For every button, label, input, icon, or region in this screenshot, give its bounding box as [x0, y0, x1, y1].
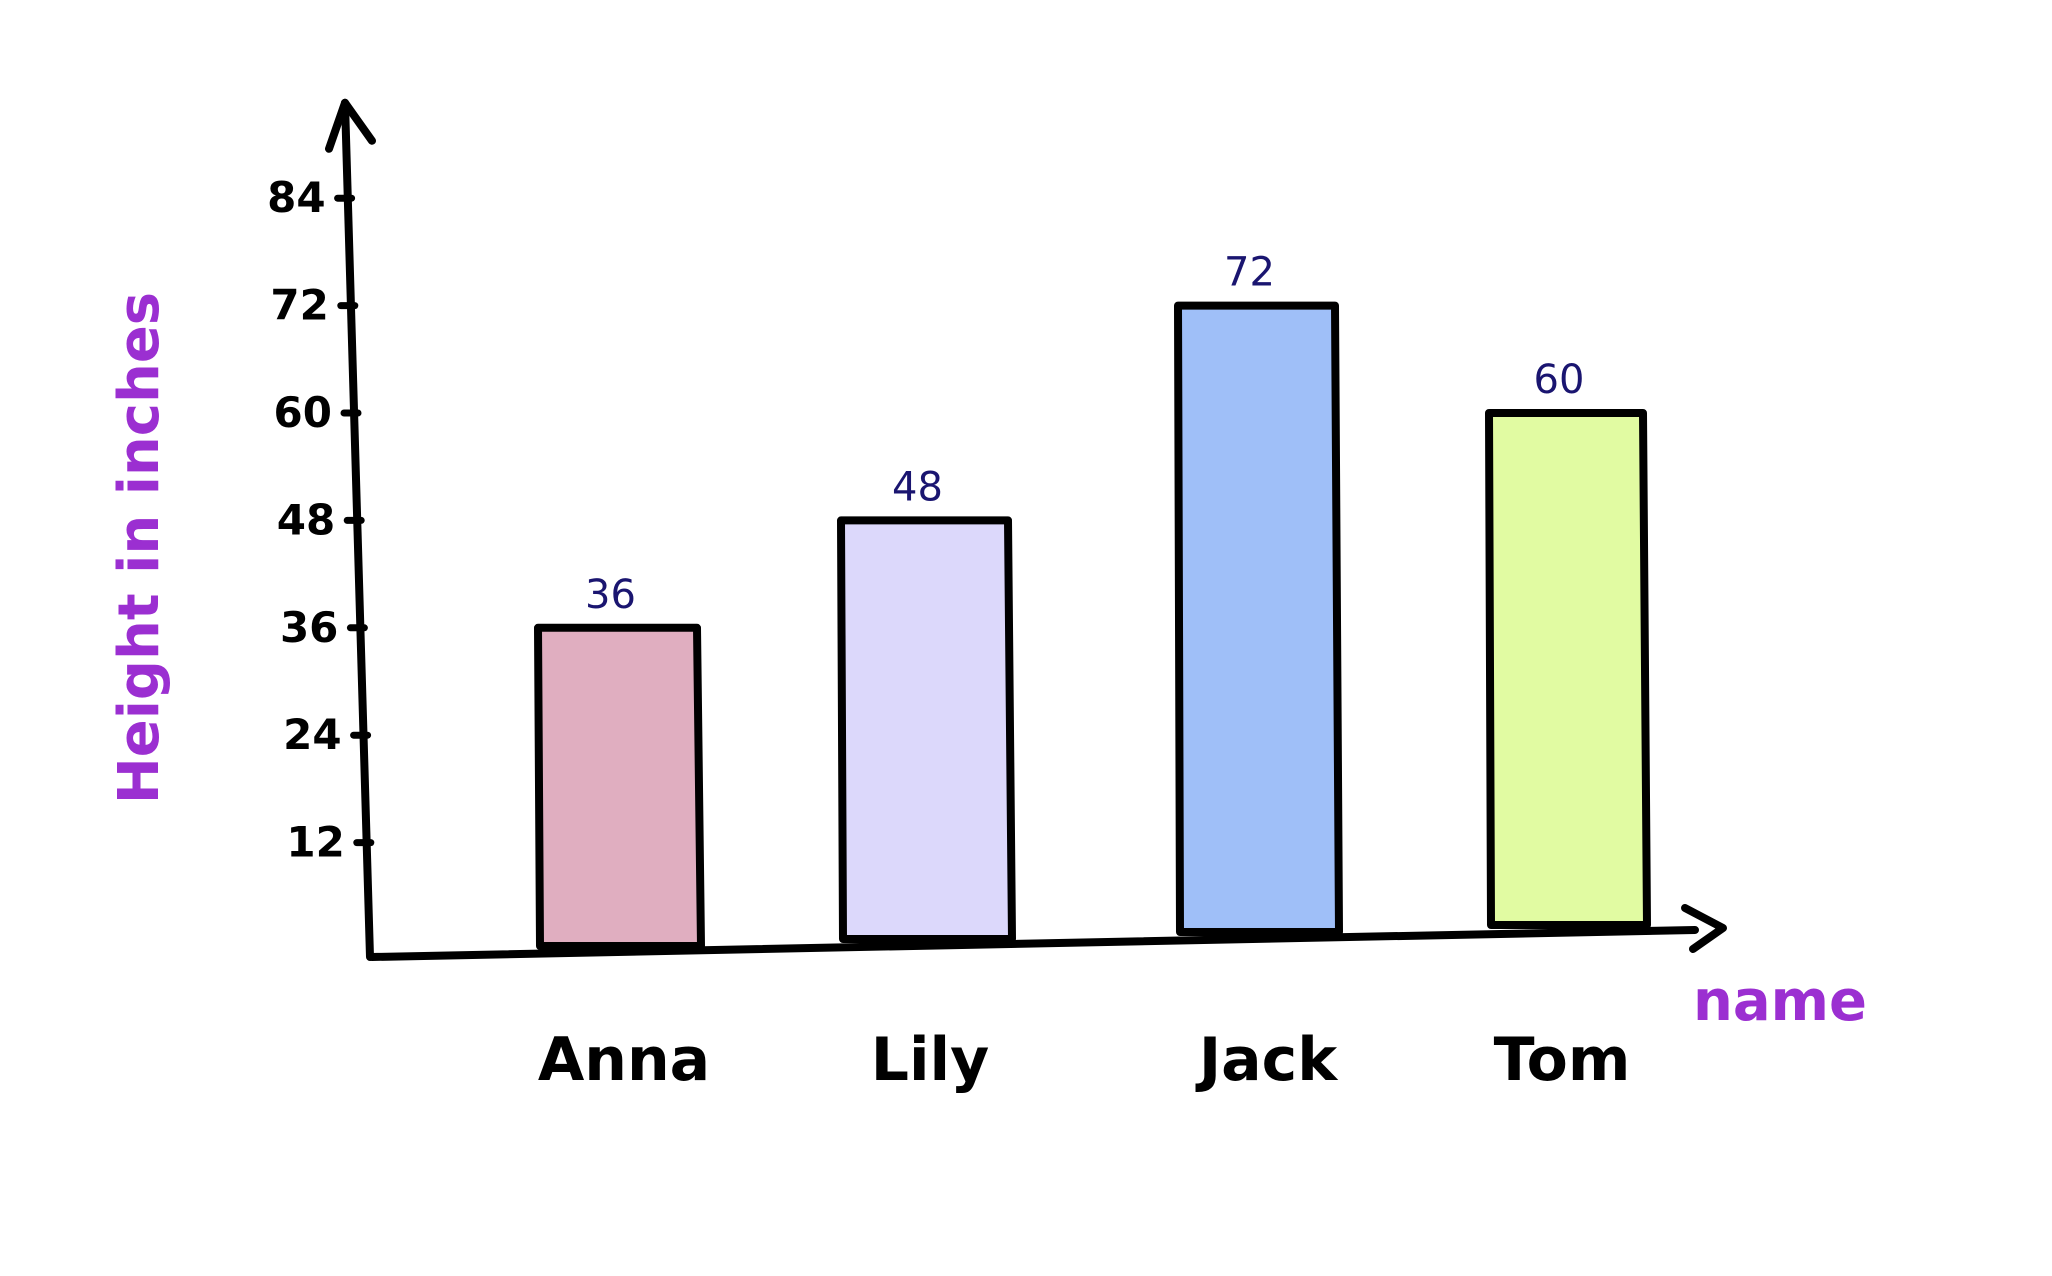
x-category-label: Tom — [1494, 1025, 1631, 1095]
y-tick-label: 36 — [280, 603, 338, 652]
bar-chart: 12 24 36 48 60 72 84 36 Anna 48 Lily 72 Jack 60 Tom He… — [0, 0, 2052, 1272]
x-category-label: Jack — [1195, 1025, 1339, 1095]
bar-anna — [534, 623, 705, 950]
y-tick-label: 72 — [270, 281, 328, 330]
x-category-label: Anna — [538, 1025, 710, 1095]
bar-tom — [1485, 409, 1651, 929]
y-tick-label: 48 — [277, 495, 335, 544]
y-axis-line — [341, 98, 374, 961]
y-axis-arrowhead — [325, 98, 376, 153]
bar-value-label: 72 — [1224, 250, 1275, 296]
bar-jack — [1174, 301, 1343, 936]
chart-canvas: 12 24 36 48 60 72 84 36 Anna 48 Lily 72 Jack 60 Tom He… — [107, 98, 1867, 1095]
y-tick-label: 60 — [274, 388, 332, 437]
x-axis-title: name — [1693, 969, 1867, 1034]
y-tick-label: 84 — [267, 173, 325, 222]
bar-value-label: 36 — [585, 572, 636, 618]
y-tick-label: 12 — [286, 818, 344, 867]
bar-value-label: 60 — [1534, 357, 1585, 403]
bar-lily — [837, 516, 1016, 943]
bar-value-label: 48 — [892, 464, 943, 510]
y-tick-label: 24 — [283, 710, 341, 759]
y-axis-title: Height in inches — [107, 292, 172, 804]
x-category-label: Lily — [871, 1025, 989, 1095]
bars-layer — [534, 301, 1651, 950]
